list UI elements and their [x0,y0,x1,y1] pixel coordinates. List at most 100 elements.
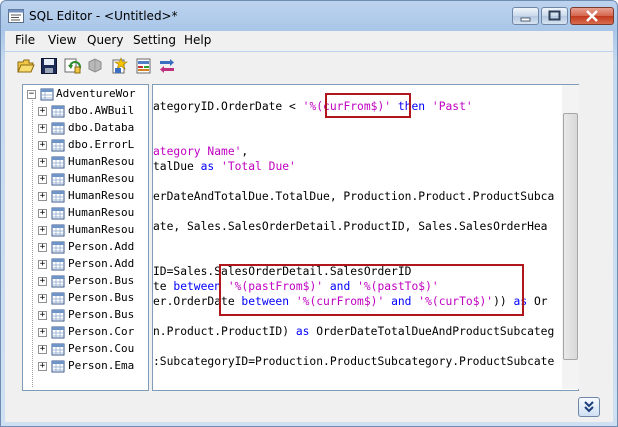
menu-help[interactable]: Help [184,33,211,47]
tree-item[interactable]: + Person.Ema [23,358,148,375]
menu-setting[interactable]: Setting [133,33,176,47]
expand-icon[interactable]: + [38,345,47,354]
expand-icon[interactable]: + [38,311,47,320]
build-query-icon[interactable] [135,57,153,75]
minimize-button[interactable] [512,7,539,25]
tree-item[interactable]: + HumanResou [23,171,148,188]
table-icon [51,292,65,305]
tree-item[interactable]: + HumanResou [23,188,148,205]
table-icon [51,275,65,288]
database-tree[interactable]: − AdventureWor + dbo.AWBuil + dbo.Databa + db… [22,84,149,391]
table-icon [51,105,65,118]
tree-item[interactable]: + dbo.AWBuil [23,103,148,120]
table-icon [51,343,65,356]
expand-icon[interactable]: + [38,158,47,167]
title-bar[interactable]: SQL Editor - <Untitled>* [1,1,617,31]
tree-item[interactable]: + HumanResou [23,154,148,171]
sql-editor-text-area[interactable]: ategoryID.OrderDate < '%(curFrom$)' then… [152,84,579,391]
tree-item-label: HumanResou [68,189,135,202]
table-icon [51,173,65,186]
tree-item-label: HumanResou [68,206,135,219]
double-chevron-down-icon [584,401,594,413]
table-icon [51,224,65,237]
tree-root[interactable]: − AdventureWor [23,86,148,103]
menu-query[interactable]: Query [87,33,123,47]
expand-icon[interactable]: + [38,209,47,218]
database-icon [40,88,54,101]
tree-item[interactable]: + dbo.Databa [23,120,148,137]
table-icon [51,190,65,203]
expand-icon[interactable]: + [38,277,47,286]
open-folder-icon[interactable] [17,57,35,75]
expand-icon[interactable]: + [38,124,47,133]
disconnect-icon[interactable] [86,57,104,75]
tree-item-label: Person.Bus [68,308,135,321]
expand-button[interactable] [578,397,600,417]
sql-text: te [153,280,174,293]
menu-file[interactable]: File [15,33,35,47]
tree-item[interactable]: + Person.Bus [23,307,148,324]
run-query-icon[interactable] [111,57,129,75]
tree-item-label: Person.Add [68,240,135,253]
editor-scroll-thumb[interactable] [563,113,578,360]
code-line: n.Product.ProductID) as OrderDateTotalDu… [153,325,554,338]
tree-item[interactable]: + HumanResou [23,222,148,239]
maximize-button[interactable] [541,7,568,25]
tree-item[interactable]: + Person.Cou [23,341,148,358]
expand-icon[interactable]: + [38,362,47,371]
expand-icon[interactable]: + [38,294,47,303]
tree-item[interactable]: + HumanResou [23,205,148,222]
tree-item[interactable]: + Person.Cor [23,324,148,341]
table-icon [51,326,65,339]
close-icon [586,10,598,22]
sql-string: ategory Name' [153,145,242,158]
tree-root-label: AdventureWor [56,87,136,100]
tree-item-label: Person.Ema [68,359,135,372]
code-line: talDue as 'Total Due' [153,160,296,173]
tree-item-label: dbo.AWBuil [68,104,135,117]
tree-item-label: Person.Add [68,257,135,270]
settings-query-icon[interactable] [158,57,176,75]
expand-icon[interactable]: + [38,192,47,201]
menu-view[interactable]: View [48,33,76,47]
minimize-icon [520,17,531,22]
tree-item[interactable]: + dbo.ErrorL [23,137,148,154]
tree-item-label: dbo.Databa [68,121,135,134]
sql-text: erDateAndTotalDue.TotalDue, Production.P… [153,190,555,203]
sql-text: ategoryID.OrderDate < [153,100,303,113]
expand-icon[interactable]: + [38,260,47,269]
table-icon [51,309,65,322]
tree-item-label: Person.Bus [68,274,135,287]
expand-icon[interactable]: + [38,328,47,337]
tree-item[interactable]: + Person.Add [23,239,148,256]
refresh-query-icon[interactable] [63,57,81,75]
close-button[interactable] [570,7,614,25]
save-icon[interactable] [40,57,58,75]
tree-item[interactable]: + Person.Bus [23,273,148,290]
tree-item-label: dbo.ErrorL [68,138,135,151]
sql-text: , [241,145,249,158]
table-icon [51,258,65,271]
menu-bar: File View Query Setting Help [5,31,613,51]
tree-item-label: Person.Bus [68,291,135,304]
toolbar [5,52,613,80]
collapse-icon[interactable]: − [27,90,36,99]
expand-icon[interactable]: + [38,107,47,116]
code-line: erDateAndTotalDue.TotalDue, Production.P… [153,190,554,203]
highlight-box-date-range [219,264,524,316]
table-icon [51,360,65,373]
table-icon [51,241,65,254]
code-line: :SubcategoryID=Production.ProductSubcate… [153,355,554,368]
expand-icon[interactable]: + [38,175,47,184]
tree-item-label: Person.Cor [68,325,135,338]
code-line: ategoryID.OrderDate < '%(curFrom$)' then… [153,100,473,113]
tree-item[interactable]: + Person.Bus [23,290,148,307]
editor-scrollbar[interactable] [562,85,579,389]
expand-icon[interactable]: + [38,243,47,252]
tree-item[interactable]: + Person.Add [23,256,148,273]
sql-text: ate, Sales.SalesOrderDetail.ProductID, S… [153,220,548,233]
expand-icon[interactable]: + [38,141,47,150]
expand-icon[interactable]: + [38,226,47,235]
sql-text: n.Product.ProductID) [153,325,296,338]
